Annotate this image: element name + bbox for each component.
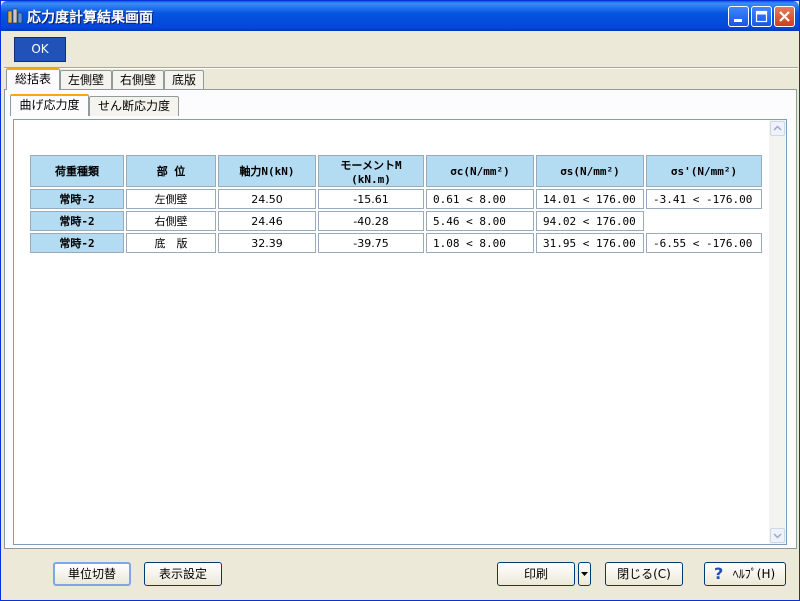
col-header-moment: モーメントM (kN.m)	[318, 155, 424, 187]
table-row: 常時-2 底 版 32.39 -39.75 1.08 < 8.00 31.95 …	[30, 233, 762, 253]
cell-part: 右側壁	[126, 211, 216, 231]
col-header-sigma-s-prime: σs'(N/mm²)	[646, 155, 762, 187]
ok-button[interactable]: OK	[14, 37, 66, 62]
scroll-up-button[interactable]	[770, 121, 785, 136]
cell-sigma-s: 31.95 < 176.00	[536, 233, 644, 253]
app-icon	[7, 8, 23, 24]
moment-header-line1: モーメントM	[340, 158, 402, 172]
stress-results-table: 荷重種類 部 位 軸力N(kN) モーメントM (kN.m) σc(N/mm²) …	[28, 153, 764, 255]
moment-header-line2: (kN.m)	[351, 172, 391, 186]
col-header-sigma-s: σs(N/mm²)	[536, 155, 644, 187]
print-dropdown-button[interactable]	[578, 562, 591, 586]
chevron-up-icon	[773, 125, 782, 131]
table-header-row: 荷重種類 部 位 軸力N(kN) モーメントM (kN.m) σc(N/mm²) …	[30, 155, 762, 187]
tab-right-wall[interactable]: 右側壁	[112, 70, 164, 90]
application-window: 応力度計算結果画面 OK 総括表 左側壁 右側壁 底版 曲げ応力度 せん断応力度…	[0, 0, 800, 601]
col-header-load-type: 荷重種類	[30, 155, 124, 187]
vertical-scrollbar[interactable]	[769, 120, 786, 544]
results-area: 荷重種類 部 位 軸力N(kN) モーメントM (kN.m) σc(N/mm²) …	[13, 119, 787, 545]
cell-sigma-c: 1.08 < 8.00	[426, 233, 534, 253]
help-button-label: ﾍﾙﾌﾟ(H)	[732, 567, 776, 581]
cell-moment: -40.28	[318, 211, 424, 231]
help-icon: ?	[714, 564, 724, 583]
cell-sigma-s-prime: -3.41 < -176.00	[646, 189, 762, 209]
table-row: 常時-2 右側壁 24.46 -40.28 5.46 < 8.00 94.02 …	[30, 211, 762, 231]
cell-sigma-s: 94.02 < 176.00	[536, 211, 644, 231]
unit-switch-button[interactable]: 単位切替	[53, 562, 131, 586]
tab-shear-stress[interactable]: せん断応力度	[89, 96, 179, 116]
col-header-axial: 軸力N(kN)	[218, 155, 316, 187]
maximize-icon	[755, 10, 768, 23]
close-window-button[interactable]	[774, 6, 795, 27]
minimize-button[interactable]	[728, 6, 749, 27]
cell-part: 左側壁	[126, 189, 216, 209]
print-button[interactable]: 印刷	[497, 562, 575, 586]
cell-moment: -15.61	[318, 189, 424, 209]
cell-sigma-s: 14.01 < 176.00	[536, 189, 644, 209]
minimize-icon	[734, 19, 742, 22]
cell-load-type: 常時-2	[30, 189, 124, 209]
tab-bending-stress[interactable]: 曲げ応力度	[10, 94, 89, 116]
window-title: 応力度計算結果画面	[27, 10, 153, 26]
help-button[interactable]: ? ﾍﾙﾌﾟ(H)	[704, 562, 786, 586]
cell-axial: 24.46	[218, 211, 316, 231]
col-header-sigma-c: σc(N/mm²)	[426, 155, 534, 187]
cell-load-type: 常時-2	[30, 211, 124, 231]
col-header-part: 部 位	[126, 155, 216, 187]
maximize-button[interactable]	[751, 6, 772, 27]
cell-axial: 24.50	[218, 189, 316, 209]
cell-sigma-c: 0.61 < 8.00	[426, 189, 534, 209]
toolbar-separator	[4, 67, 798, 69]
title-bar[interactable]: 応力度計算結果画面	[1, 1, 799, 31]
table-row: 常時-2 左側壁 24.50 -15.61 0.61 < 8.00 14.01 …	[30, 189, 762, 209]
tab-summary[interactable]: 総括表	[6, 68, 60, 90]
close-button[interactable]: 閉じる(C)	[605, 562, 683, 586]
cell-sigma-s-prime	[646, 211, 762, 231]
close-icon	[779, 11, 790, 22]
display-settings-button[interactable]: 表示設定	[144, 562, 222, 586]
cell-load-type: 常時-2	[30, 233, 124, 253]
cell-axial: 32.39	[218, 233, 316, 253]
cell-sigma-c: 5.46 < 8.00	[426, 211, 534, 231]
cell-moment: -39.75	[318, 233, 424, 253]
dropdown-arrow-icon	[581, 572, 588, 576]
scroll-down-button[interactable]	[770, 528, 785, 543]
tab-left-wall[interactable]: 左側壁	[60, 70, 112, 90]
cell-part: 底 版	[126, 233, 216, 253]
chevron-down-icon	[773, 533, 782, 539]
tab-bottom-slab[interactable]: 底版	[164, 70, 204, 90]
cell-sigma-s-prime: -6.55 < -176.00	[646, 233, 762, 253]
